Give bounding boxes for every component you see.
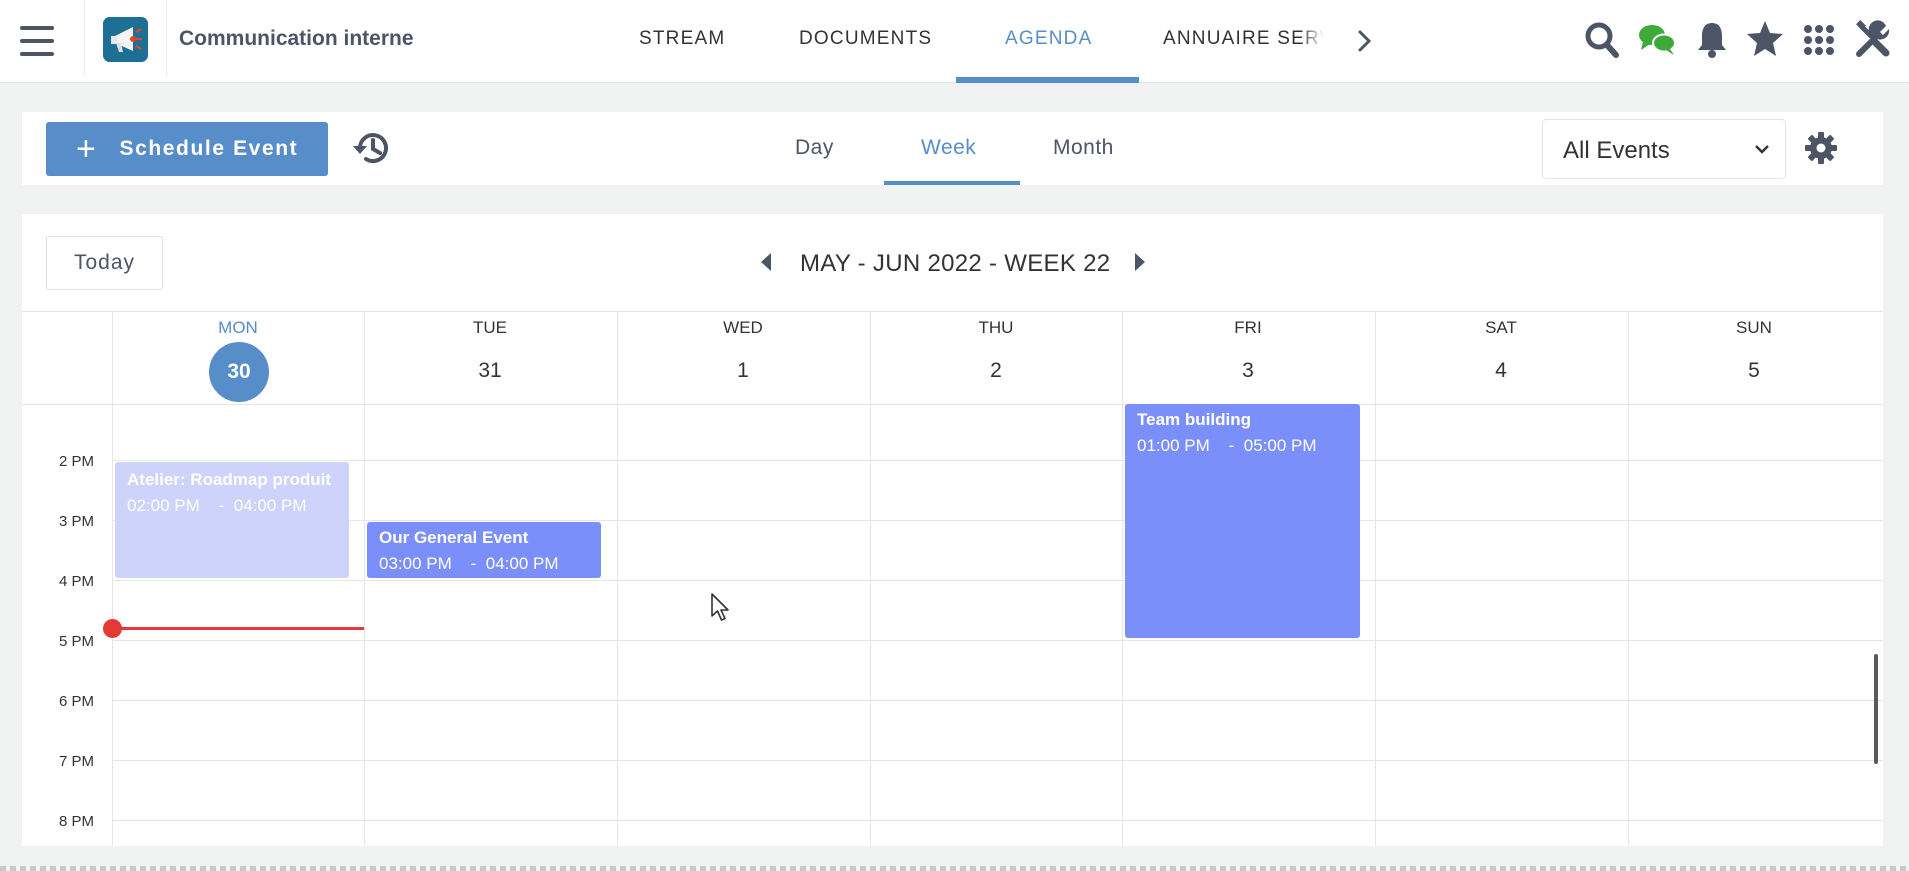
gear-icon[interactable] — [1802, 129, 1840, 167]
day-number-thu[interactable]: 2 — [870, 359, 1122, 383]
previous-week-icon[interactable] — [757, 251, 775, 273]
tab-agenda[interactable]: AGENDA — [1005, 28, 1092, 50]
calendar-scrollbar[interactable] — [1874, 654, 1878, 764]
day-number-today[interactable]: 30 — [209, 342, 269, 402]
space-logo[interactable] — [103, 17, 148, 62]
event-filter-select[interactable]: All Events — [1542, 119, 1786, 179]
day-header-tue[interactable]: TUE — [364, 318, 616, 338]
day-header-fri[interactable]: FRI — [1122, 318, 1374, 338]
top-navigation-bar: Communication interne STREAM DOCUMENTS A… — [0, 0, 1909, 83]
view-tab-day[interactable]: Day — [795, 136, 834, 160]
grid-line — [1122, 311, 1123, 846]
hour-line — [112, 460, 1883, 461]
schedule-event-label: Schedule Event — [119, 137, 299, 160]
grid-line — [617, 311, 618, 846]
grid-line — [22, 404, 1883, 405]
grid-line — [870, 311, 871, 846]
calendar-period-title: MAY - JUN 2022 - WEEK 22 — [800, 250, 1111, 277]
hour-label: 6 PM — [58, 693, 94, 710]
search-icon[interactable] — [1582, 18, 1622, 60]
divider — [84, 0, 85, 76]
event-time: 03:00 PM - 04:00 PM — [379, 554, 559, 573]
day-number-tue[interactable]: 31 — [364, 359, 616, 383]
day-number-sun[interactable]: 5 — [1628, 359, 1880, 383]
hour-label: 4 PM — [58, 573, 94, 590]
day-header-mon[interactable]: MON — [112, 318, 364, 338]
hour-line — [112, 760, 1883, 761]
grid-line — [1628, 311, 1629, 846]
bell-icon[interactable] — [1692, 18, 1732, 60]
chat-icon[interactable] — [1637, 18, 1677, 60]
day-number-fri[interactable]: 3 — [1122, 359, 1374, 383]
schedule-event-button[interactable]: + Schedule Event — [46, 122, 328, 176]
tab-documents[interactable]: DOCUMENTS — [799, 28, 932, 50]
day-number-sat[interactable]: 4 — [1375, 359, 1627, 383]
grid-line — [112, 311, 113, 846]
event-our-general-event[interactable]: Our General Event 03:00 PM - 04:00 PM — [367, 522, 601, 578]
day-header-wed[interactable]: WED — [617, 318, 869, 338]
event-title: Our General Event — [379, 528, 529, 547]
next-week-icon[interactable] — [1131, 251, 1149, 273]
hour-label: 3 PM — [58, 513, 94, 530]
hour-line — [112, 520, 1883, 521]
day-number-wed[interactable]: 1 — [617, 359, 869, 383]
hour-label: 5 PM — [58, 633, 94, 650]
event-time: 02:00 PM - 04:00 PM — [127, 496, 307, 515]
day-header-thu[interactable]: THU — [870, 318, 1122, 338]
event-title: Team building — [1137, 410, 1251, 429]
view-tab-week[interactable]: Week — [921, 136, 976, 160]
chevron-down-icon — [1753, 142, 1771, 156]
today-button[interactable]: Today — [46, 236, 163, 290]
hour-line — [112, 640, 1883, 641]
grid-line — [22, 311, 1883, 312]
hour-label: 2 PM — [58, 453, 94, 470]
space-title[interactable]: Communication interne — [179, 27, 414, 51]
window-bottom-edge — [0, 866, 1909, 871]
hour-line — [112, 700, 1883, 701]
week-calendar: Today MAY - JUN 2022 - WEEK 22 MON 30 TU… — [22, 214, 1883, 846]
agenda-action-bar: + Schedule Event Day Week Month All Even… — [22, 112, 1883, 185]
grid-line — [1375, 311, 1376, 846]
active-tab-indicator — [956, 77, 1139, 83]
active-view-indicator — [884, 181, 1020, 185]
admin-tools-icon[interactable] — [1853, 18, 1893, 60]
view-tab-month[interactable]: Month — [1053, 136, 1114, 160]
hamburger-menu-icon[interactable] — [20, 26, 54, 56]
day-header-sun[interactable]: SUN — [1628, 318, 1880, 338]
hour-line — [112, 580, 1883, 581]
hour-label: 8 PM — [58, 813, 94, 830]
tab-annuaire[interactable]: ANNUAIRE SERV — [1163, 28, 1323, 50]
event-filter-value: All Events — [1563, 137, 1670, 164]
divider — [166, 0, 167, 76]
event-time: 01:00 PM - 05:00 PM — [1137, 436, 1317, 455]
current-time-dot — [103, 619, 122, 638]
hour-label: 7 PM — [58, 753, 94, 770]
chevron-right-icon[interactable] — [1352, 26, 1376, 56]
event-team-building[interactable]: Team building 01:00 PM - 05:00 PM — [1125, 404, 1360, 638]
history-icon[interactable] — [350, 126, 394, 170]
mouse-cursor-icon — [710, 592, 732, 624]
hour-line — [112, 820, 1883, 821]
tab-overflow-fade — [1300, 10, 1324, 70]
tab-stream[interactable]: STREAM — [639, 28, 725, 50]
plus-icon: + — [76, 130, 98, 168]
day-header-sat[interactable]: SAT — [1375, 318, 1627, 338]
grid-line — [364, 311, 365, 846]
current-time-line — [112, 627, 364, 630]
event-atelier-roadmap[interactable]: Atelier: Roadmap produit 02:00 PM - 04:0… — [115, 462, 349, 578]
apps-grid-icon[interactable] — [1799, 18, 1839, 60]
event-title: Atelier: Roadmap produit — [127, 470, 332, 489]
star-icon[interactable] — [1745, 18, 1785, 60]
